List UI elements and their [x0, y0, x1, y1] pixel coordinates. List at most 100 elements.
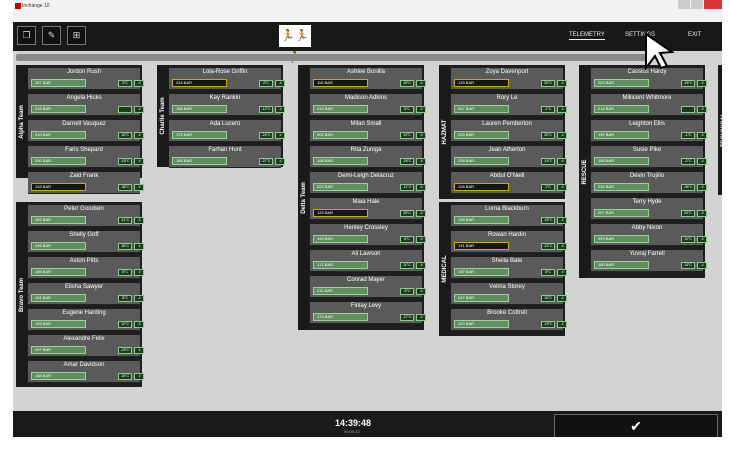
air-pressure-bar: 171 BAR — [313, 261, 368, 269]
signal-icon: .ıl — [557, 106, 567, 113]
member-card[interactable]: Finlay Levy 170 BAR -27°C .ıl — [310, 302, 426, 324]
temperature-badge: 30°C — [541, 80, 555, 87]
temperature-badge: -29°C — [541, 321, 555, 328]
member-card[interactable]: Sheila Bate 167 BAR 8°C .ıl — [451, 257, 567, 279]
air-pressure-bar: 186 BAR — [172, 157, 227, 165]
member-card[interactable]: Ashlee Bonilla 110 BAR 19°C .ıl — [310, 68, 426, 90]
team-name: MEDICAL — [441, 255, 448, 283]
member-card[interactable]: Alexandre Felix 207 BAR -26°C .ıl — [28, 335, 144, 357]
signal-icon: .ıl — [416, 158, 426, 165]
edit-icon[interactable]: ✎ — [42, 26, 61, 45]
member-card[interactable]: Devin Trujillo 230 BAR -36°C .ıl — [591, 172, 707, 194]
member-card[interactable]: Madison Adkins 212 BAR 6°C .ıl — [310, 94, 426, 116]
member-name: Alexandre Felix — [63, 336, 105, 342]
signal-icon: .ıl — [557, 158, 567, 165]
member-name: Milan Small — [350, 121, 382, 127]
signal-icon: .ıl — [557, 217, 567, 224]
signal-icon: .ıl — [134, 321, 144, 328]
grid-icon[interactable]: ⊞ — [67, 26, 86, 45]
exit-button[interactable]: EXIT — [688, 32, 701, 38]
member-card[interactable]: Jean Atherton 239 BAR -16°C .ıl — [451, 146, 567, 168]
signal-icon: .ıl — [416, 106, 426, 113]
member-card[interactable]: Terry Hyde 207 BAR 29°C .ıl — [591, 198, 707, 220]
member-card[interactable]: Rory Le 207 BAR -1°C .ıl — [451, 94, 567, 116]
air-pressure-value: 216 BAR — [35, 106, 52, 111]
air-pressure-value: 126 BAR — [458, 184, 475, 189]
window-controls — [677, 0, 722, 10]
mouse-cursor-icon — [645, 32, 675, 70]
air-pressure-bar: 207 BAR — [454, 105, 509, 113]
member-card[interactable]: Cassius Hardy 203 BAR -26°C .ıl — [591, 68, 707, 90]
member-card[interactable]: Yuvraj Farrell 180 BAR 13°C .ıl — [591, 250, 707, 272]
member-card[interactable]: Amar Davidson 188 BAR 16°C .ıl — [28, 361, 144, 383]
member-card[interactable]: Velma Storey 247 BAR 16°C .ıl — [451, 283, 567, 305]
signal-icon: .ıl — [416, 262, 426, 269]
member-card[interactable]: Rita Zuniga 188 BAR -25°C .ıl — [310, 146, 426, 168]
app-title: Inchange 10 — [22, 3, 50, 9]
member-card[interactable]: Aston Pitts 186 BAR 8°C .ıl — [28, 257, 144, 279]
member-card[interactable]: Maia Hale 129 BAR 29°C .ıl — [310, 198, 426, 220]
close-icon[interactable] — [704, 0, 722, 9]
air-pressure-bar: 247 BAR — [454, 294, 509, 302]
tab-telemetry[interactable]: TELEMETRY — [569, 32, 605, 40]
member-card[interactable]: Milan Small 202 BAR 19°C .ıl — [310, 120, 426, 142]
member-name: Madison Adkins — [344, 95, 388, 101]
member-card[interactable]: Kay Rankin 158 BAR -12°C .ıl — [169, 94, 285, 116]
member-card[interactable]: Shelly Goff 246 BAR 18°C .ıl — [28, 231, 144, 253]
air-pressure-value: 188 BAR — [35, 373, 52, 378]
member-card[interactable]: Faris Shepard 200 BAR -18°C .ıl — [28, 146, 144, 168]
member-card[interactable]: Lorna Blackburn 198 BAR -26°C .ıl — [451, 205, 567, 227]
member-name: Demi-Leigh Delacruz — [337, 173, 395, 179]
checkmark-icon: ✔ — [630, 418, 642, 434]
member-card[interactable]: Jordon Rush 197 BAR 3°C .ıl — [28, 68, 144, 90]
air-pressure-bar: 214 BAR — [594, 105, 649, 113]
member-card[interactable]: Zaid Frank 133 BAR -38°C .ıl — [28, 172, 144, 194]
member-card[interactable]: Henley Crossley 190 BAR 6°C .ıl — [310, 224, 426, 246]
horizontal-scrollbar[interactable] — [16, 54, 653, 61]
member-name: Ashlee Bonilla — [346, 69, 386, 75]
maximize-icon[interactable] — [691, 0, 703, 9]
air-pressure-value: 246 BAR — [35, 243, 52, 248]
member-card[interactable]: Angela Hicks 216 BAR .ıl — [28, 94, 144, 116]
air-pressure-value: 230 BAR — [598, 184, 615, 189]
air-pressure-bar: 229 BAR — [594, 235, 649, 243]
confirm-button[interactable]: ✔ — [554, 414, 718, 437]
air-pressure-value: 110 BAR — [317, 80, 333, 85]
signal-icon: .ıl — [557, 243, 567, 250]
member-card[interactable]: Farhan Hunt 186 BAR -27°C .ıl — [169, 146, 285, 168]
member-card[interactable]: Millicent Whitmore 214 BAR .ıl — [591, 94, 707, 116]
member-card[interactable]: Brooke Cottrell 220 BAR -29°C .ıl — [451, 309, 567, 331]
member-card[interactable]: Conrad Mayer 211 BAR -5°C .ıl — [310, 276, 426, 298]
member-name: Jean Atherton — [488, 147, 526, 153]
member-card[interactable]: Abdul O'Neill 126 BAR 1°C .ıl — [451, 172, 567, 194]
member-name: Angela Hicks — [66, 95, 102, 101]
member-card[interactable]: Darnell Vasquez 210 BAR 15°C .ıl — [28, 120, 144, 142]
member-card[interactable]: Peter Goodwin 262 BAR -11°C .ıl — [28, 205, 144, 227]
temperature-badge — [681, 106, 695, 113]
member-card[interactable]: Demi-Leigh Delacruz 222 BAR -11°C .ıl — [310, 172, 426, 194]
team-name: Alpha Team — [18, 104, 25, 139]
member-card[interactable]: Zoya Davenport 133 BAR 30°C .ıl — [451, 68, 567, 90]
member-card[interactable]: Lola-Rose Griffin 244 BAR 2°C .ıl — [169, 68, 285, 90]
signal-icon: .ıl — [697, 184, 707, 191]
title-bar: Inchange 10 — [13, 0, 722, 22]
member-card[interactable]: Elisha Sawyer 161 BAR 8°C .ıl — [28, 283, 144, 305]
member-card[interactable]: Rowan Hardin 141 BAR -21°C .ıl — [451, 231, 567, 253]
member-card[interactable]: Eugene Harding 195 BAR 12°C .ıl — [28, 309, 144, 331]
air-pressure-value: 141 BAR — [458, 243, 475, 248]
window-icon[interactable]: ❐ — [17, 26, 36, 45]
member-card[interactable]: Susie Pike 166 BAR -2°C .ıl — [591, 146, 707, 168]
air-pressure-bar: 133 BAR — [454, 79, 509, 87]
member-card[interactable]: Ada Lucero 175 BAR -24°C .ıl — [169, 120, 285, 142]
member-card[interactable]: Abby Nixon 229 BAR 14°C .ıl — [591, 224, 707, 246]
member-card[interactable]: Leighton Ellis 192 BAR -1°C .ıl — [591, 120, 707, 142]
temperature-badge: 8°C — [118, 269, 132, 276]
signal-icon: .ıl — [416, 236, 426, 243]
air-pressure-value: 262 BAR — [35, 217, 52, 222]
air-pressure-bar: 192 BAR — [594, 131, 649, 139]
member-card[interactable]: Lauren Pemberton 224 BAR 30°C .ıl — [451, 120, 567, 142]
air-pressure-bar: 262 BAR — [31, 216, 86, 224]
member-card[interactable]: Ali Lawson 171 BAR 11°C .ıl — [310, 250, 426, 272]
minimize-icon[interactable] — [678, 0, 690, 9]
temperature-badge: 3°C — [118, 80, 132, 87]
